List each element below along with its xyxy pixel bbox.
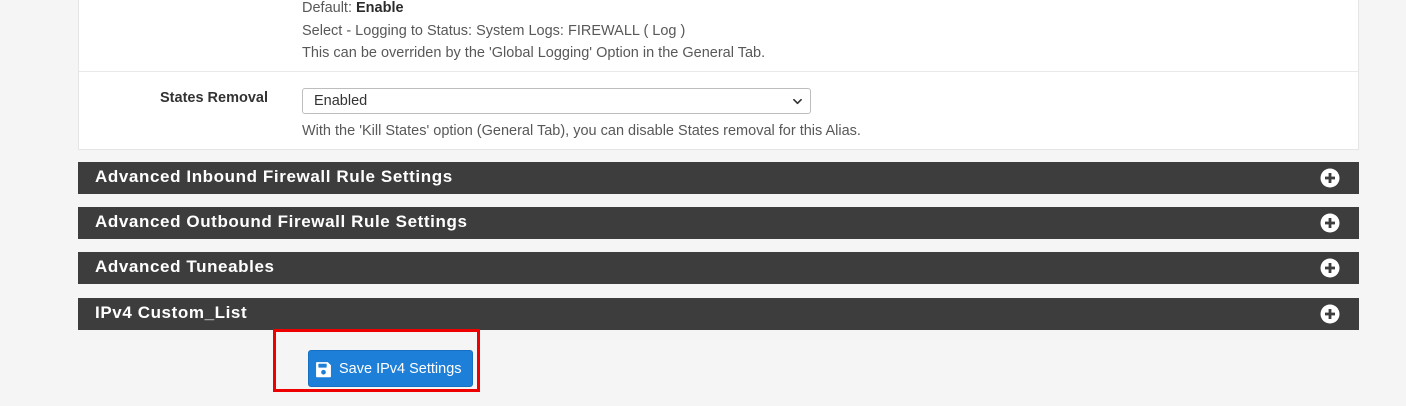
logging-global-help: This can be overriden by the 'Global Log… (302, 45, 766, 61)
section-advanced-inbound[interactable]: Advanced Inbound Firewall Rule Settings (78, 162, 1359, 194)
chevron-down-icon (793, 98, 802, 105)
section-advanced-outbound[interactable]: Advanced Outbound Firewall Rule Settings (78, 207, 1359, 239)
states-removal-label: States Removal (160, 90, 268, 106)
plus-circle-icon[interactable] (1320, 304, 1340, 324)
plus-circle-icon[interactable] (1320, 168, 1340, 188)
logging-help-line: Select - Logging to Status: System Logs:… (302, 23, 686, 39)
default-value: Enable (356, 0, 404, 16)
section-title: Advanced Outbound Firewall Rule Settings (95, 212, 468, 231)
floppy-disk-icon (316, 362, 331, 378)
states-removal-select[interactable]: Enabled (302, 88, 811, 114)
section-advanced-tuneables[interactable]: Advanced Tuneables (78, 252, 1359, 284)
logging-panel: Default: Enable Select - Logging to Stat… (78, 0, 1359, 150)
row-divider (79, 71, 1358, 72)
plus-circle-icon[interactable] (1320, 258, 1340, 278)
states-removal-help: With the 'Kill States' option (General T… (302, 123, 861, 139)
section-title: Advanced Inbound Firewall Rule Settings (95, 167, 453, 186)
save-button-label: Save IPv4 Settings (339, 361, 462, 377)
logging-default-text: Default: Enable (302, 0, 404, 19)
save-ipv4-settings-button[interactable]: Save IPv4 Settings (308, 350, 473, 387)
section-ipv4-custom-list[interactable]: IPv4 Custom_List (78, 298, 1359, 330)
section-title: Advanced Tuneables (95, 257, 275, 276)
section-title: IPv4 Custom_List (95, 303, 248, 322)
states-removal-selected-value: Enabled (314, 93, 368, 109)
plus-circle-icon[interactable] (1320, 213, 1340, 233)
default-prefix: Default: (302, 0, 356, 16)
